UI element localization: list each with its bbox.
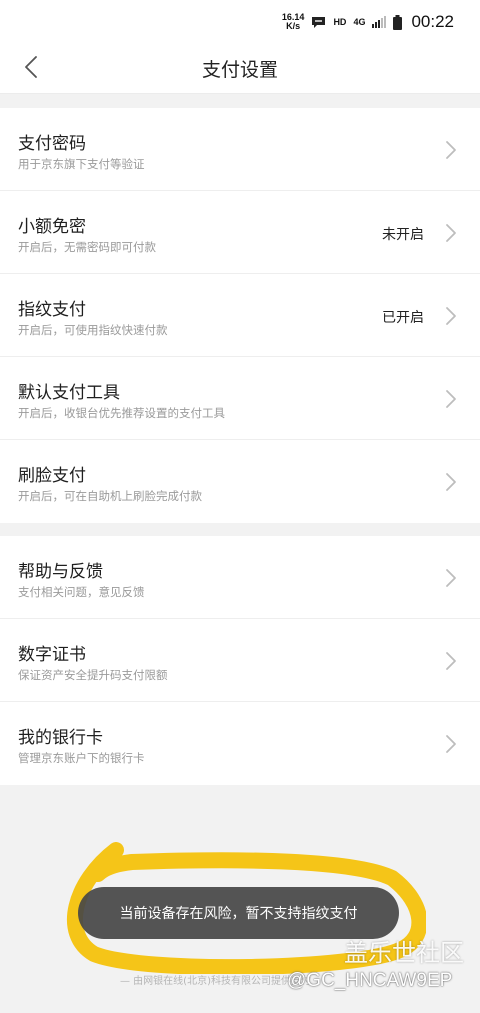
chevron-right-icon — [444, 222, 458, 244]
back-button[interactable] — [14, 52, 48, 86]
row-subtitle: 开启后，收银台优先推荐设置的支付工具 — [18, 406, 225, 420]
chevron-right-icon — [444, 733, 458, 755]
row-title: 刷脸支付 — [18, 466, 86, 486]
row-status: 已开启 — [382, 310, 424, 326]
row-fingerprint-pay[interactable]: 指纹支付 开启后，可使用指纹快速付款 已开启 — [0, 274, 480, 357]
settings-group-payment: 支付密码 用于京东旗下支付等验证 小额免密 开启后，无需密码即可付款 未开启 指… — [0, 108, 480, 523]
row-subtitle: 用于京东旗下支付等验证 — [18, 157, 145, 171]
status-bar: 16.14 K/s HD 4G 00:22 — [0, 0, 480, 44]
row-title: 帮助与反馈 — [18, 562, 103, 582]
row-subtitle: 开启后，无需密码即可付款 — [18, 240, 156, 254]
toast-text: 当前设备存在风险，暂不支持指纹支付 — [119, 906, 358, 922]
footer-provider-text: — 由网银在线(北京)科技有限公司提供支付 — [120, 976, 311, 987]
watermark-user: @GC_HNCAW9EP — [287, 970, 453, 991]
row-subtitle: 管理京东账户下的银行卡 — [18, 751, 145, 765]
row-small-amount-free[interactable]: 小额免密 开启后，无需密码即可付款 未开启 — [0, 191, 480, 274]
page-title: 支付设置 — [201, 59, 278, 81]
chevron-right-icon — [444, 650, 458, 672]
row-digital-certificate[interactable]: 数字证书 保证资产安全提升码支付限额 — [0, 619, 480, 702]
chevron-right-icon — [444, 139, 458, 161]
row-default-payment-tool[interactable]: 默认支付工具 开启后，收银台优先推荐设置的支付工具 — [0, 357, 480, 440]
chevron-right-icon — [444, 567, 458, 589]
row-title: 我的银行卡 — [18, 728, 103, 748]
chevron-right-icon — [444, 305, 458, 327]
row-subtitle: 开启后，可在自助机上刷脸完成付款 — [18, 489, 202, 503]
row-title: 小额免密 — [18, 217, 86, 237]
clock: 00:22 — [411, 12, 454, 31]
row-title: 默认支付工具 — [18, 383, 120, 403]
watermark-logo: 盖乐世社区 — [344, 939, 464, 967]
row-title: 支付密码 — [18, 134, 86, 154]
row-face-pay[interactable]: 刷脸支付 开启后，可在自助机上刷脸完成付款 — [0, 440, 480, 523]
row-payment-password[interactable]: 支付密码 用于京东旗下支付等验证 — [0, 108, 480, 191]
network-speed: 16.14 K/s — [282, 13, 305, 31]
row-subtitle: 支付相关问题，意见反馈 — [18, 585, 145, 599]
row-my-bank-cards[interactable]: 我的银行卡 管理京东账户下的银行卡 — [0, 702, 480, 785]
nav-bar: 支付设置 — [0, 44, 480, 94]
settings-group-support: 帮助与反馈 支付相关问题，意见反馈 数字证书 保证资产安全提升码支付限额 我的银… — [0, 536, 480, 785]
row-title: 数字证书 — [18, 645, 86, 665]
row-title: 指纹支付 — [18, 300, 86, 320]
row-help-feedback[interactable]: 帮助与反馈 支付相关问题，意见反馈 — [0, 536, 480, 619]
hd-label: HD — [333, 17, 347, 27]
battery-icon — [393, 14, 403, 30]
row-subtitle: 保证资产安全提升码支付限额 — [18, 668, 168, 682]
network-type-label: 4G — [353, 17, 366, 27]
chevron-right-icon — [444, 471, 458, 493]
chevron-right-icon — [444, 388, 458, 410]
network-speed-unit: K/s — [286, 21, 301, 31]
row-subtitle: 开启后，可使用指纹快速付款 — [18, 323, 168, 337]
signal-icon — [372, 16, 387, 28]
chevron-left-icon — [24, 56, 38, 82]
toast-message: 当前设备存在风险，暂不支持指纹支付 — [78, 887, 399, 939]
message-icon — [311, 16, 326, 29]
row-status: 未开启 — [382, 227, 424, 243]
